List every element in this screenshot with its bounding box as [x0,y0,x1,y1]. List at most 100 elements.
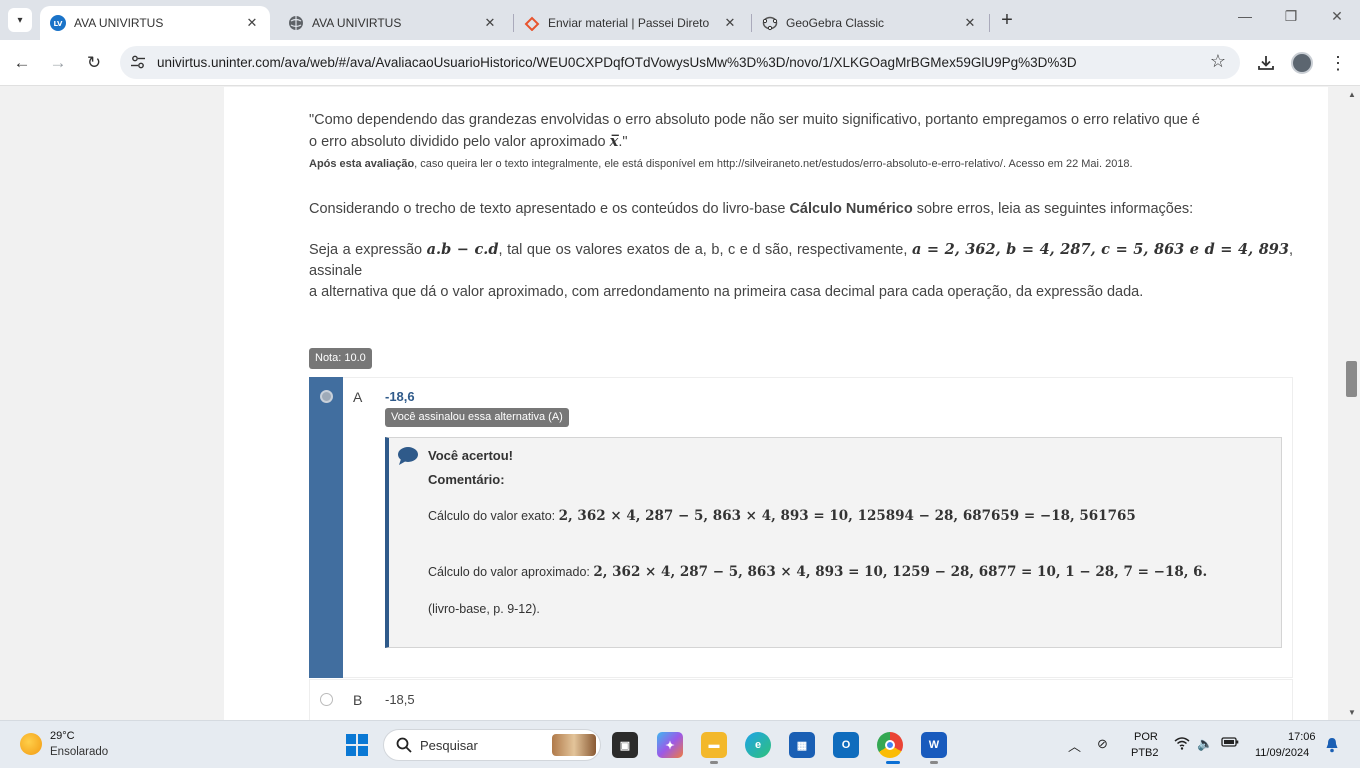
tab-ava-univirtus-2[interactable]: AVA UNIVIRTUS ✕ [278,6,508,40]
close-tab-icon[interactable]: ✕ [962,15,978,31]
univirtus-logo-icon: LV [50,15,66,31]
bookmark-star-icon[interactable]: ☆ [1210,51,1226,72]
geogebra-icon [762,15,778,31]
question-source: Após esta avaliação, caso queira ler o t… [309,158,1133,170]
word-icon[interactable]: W [921,732,947,758]
file-explorer-icon[interactable]: ▬ [701,732,727,758]
approx-math: 2, 362 × 4, 287 − 5, 863 × 4, 893 = 10, … [593,564,1208,580]
approx-value-calculation: Cálculo do valor aproximado: 2, 362 × 4,… [428,564,1207,580]
scroll-up-arrow-icon[interactable]: ▲ [1348,90,1356,99]
new-tab-button[interactable]: + [996,9,1018,32]
tab-passei-direto[interactable]: Enviar material | Passei Direto ✕ [514,6,748,40]
search-placeholder: Pesquisar [420,738,478,753]
option-a-selected-bar [309,377,343,678]
profile-avatar[interactable] [1291,52,1313,74]
reload-button[interactable]: ↻ [82,51,106,75]
weather-temperature[interactable]: 29°C [50,730,75,742]
forward-button[interactable]: → [46,51,70,75]
source-bold: Após esta avaliação [309,158,415,170]
page-scrollbar[interactable]: ▲ ▼ [1344,87,1360,720]
language-indicator[interactable]: POR [1134,731,1158,743]
taskbar-search-box[interactable]: Pesquisar [383,729,601,761]
site-settings-icon[interactable] [130,54,146,70]
consider-prefix: Considerando o trecho de texto apresenta… [309,201,790,217]
tab-title: AVA UNIVIRTUS [74,16,164,30]
feedback-comment-label: Comentário: [428,472,505,487]
tab-separator [989,14,990,32]
option-b-radio[interactable] [320,693,333,706]
question-statement: Seja a expressão a.b − c.d, tal que os v… [309,239,1293,303]
url-text: univirtus.uninter.com/ava/web/#/ava/Aval… [157,55,1077,70]
option-b-letter: B [353,692,363,708]
scroll-down-arrow-icon[interactable]: ▼ [1348,708,1356,717]
option-a-value: -18,6 [385,389,415,404]
clock-time[interactable]: 17:06 [1288,731,1316,743]
expr-line-2: a alternativa que dá o valor aproximado,… [309,284,1144,300]
address-bar[interactable]: univirtus.uninter.com/ava/web/#/ava/Aval… [120,46,1240,79]
tab-title: Enviar material | Passei Direto [548,16,710,30]
show-hidden-icons-chevron-icon[interactable]: ︿ [1068,736,1081,755]
back-button[interactable]: ← [10,51,34,75]
sun-weather-icon[interactable] [20,733,42,755]
tab-search-menu-button[interactable]: ▾ [8,8,32,32]
weather-description[interactable]: Ensolarado [50,746,108,758]
copilot-icon[interactable]: ✦ [657,732,683,758]
download-icon[interactable] [1255,52,1277,74]
close-tab-icon[interactable]: ✕ [482,15,498,31]
tab-title: AVA UNIVIRTUS [312,16,402,30]
search-icon [396,737,412,753]
scrollbar-thumb[interactable] [1346,361,1357,397]
microsoft-store-icon[interactable]: ▦ [789,732,815,758]
task-view-icon[interactable]: ▣ [612,732,638,758]
close-window-button[interactable]: ✕ [1322,8,1352,25]
volume-icon[interactable]: 🔈 [1197,736,1213,752]
question-consider: Considerando o trecho de texto apresenta… [309,199,1293,220]
edge-browser-icon[interactable]: e [745,732,771,758]
comment-bubble-icon [398,447,418,465]
running-indicator [930,761,938,764]
feedback-title: Você acertou! [428,448,514,463]
close-tab-icon[interactable]: ✕ [722,15,738,31]
option-a-letter: A [353,389,363,405]
quote-end: ." [618,134,628,150]
wifi-icon[interactable] [1174,736,1190,753]
globe-icon [288,15,304,31]
option-a-radio[interactable] [320,390,333,403]
tab-geogebra[interactable]: GeoGebra Classic ✕ [752,6,988,40]
browser-menu-icon[interactable]: ⋮ [1327,52,1349,74]
expression-values: a = 2, 362, b = 4, 287, c = 5, 863 e d =… [911,241,1289,258]
tab-ava-univirtus-1[interactable]: LV AVA UNIVIRTUS ✕ [40,6,270,40]
expr-prefix: Seja a expressão [309,242,427,258]
keyboard-layout-indicator[interactable]: PTB2 [1131,747,1159,759]
network-off-icon[interactable]: ⊘ [1097,736,1108,752]
minimize-button[interactable]: — [1230,8,1260,24]
running-indicator [710,761,718,764]
clock-date[interactable]: 11/09/2024 [1255,747,1309,759]
exact-label: Cálculo do valor exato: [428,509,559,523]
svg-text:LV: LV [54,20,63,28]
passei-direto-icon [524,15,540,31]
expression-math: a.b − c.d [426,241,499,258]
selected-alternative-badge: Você assinalou essa alternativa (A) [385,408,569,427]
book-title: Cálculo Numérico [789,201,913,217]
outlook-icon[interactable]: O [833,732,859,758]
search-highlight-image [552,734,596,756]
source-text: , caso queira ler o texto integralmente,… [414,158,1133,170]
windows-taskbar: 29°C Ensolarado Pesquisar ▣ ✦ ▬ e ▦ O W … [0,720,1360,768]
chrome-browser-icon[interactable] [877,732,903,758]
option-b-value: -18,5 [385,692,415,707]
battery-icon[interactable] [1221,736,1239,751]
restore-button[interactable]: ❐ [1276,8,1306,25]
close-tab-icon[interactable]: ✕ [244,15,260,31]
exact-value-calculation: Cálculo do valor exato: 2, 362 × 4, 287 … [428,508,1136,524]
approx-label: Cálculo do valor aproximado: [428,565,594,579]
tab-title: GeoGebra Classic [786,16,885,30]
feedback-box [385,437,1282,648]
browser-toolbar: ← → ↻ univirtus.uninter.com/ava/web/#/av… [0,40,1360,86]
grade-badge: Nota: 10.0 [309,348,372,369]
notification-bell-icon[interactable] [1325,737,1339,758]
consider-suffix: sobre erros, leia as seguintes informaçõ… [912,201,1194,217]
feedback-reference: (livro-base, p. 9-12). [428,602,540,616]
windows-start-icon[interactable] [346,734,368,756]
x-bar-symbol: x̅ [609,133,619,150]
